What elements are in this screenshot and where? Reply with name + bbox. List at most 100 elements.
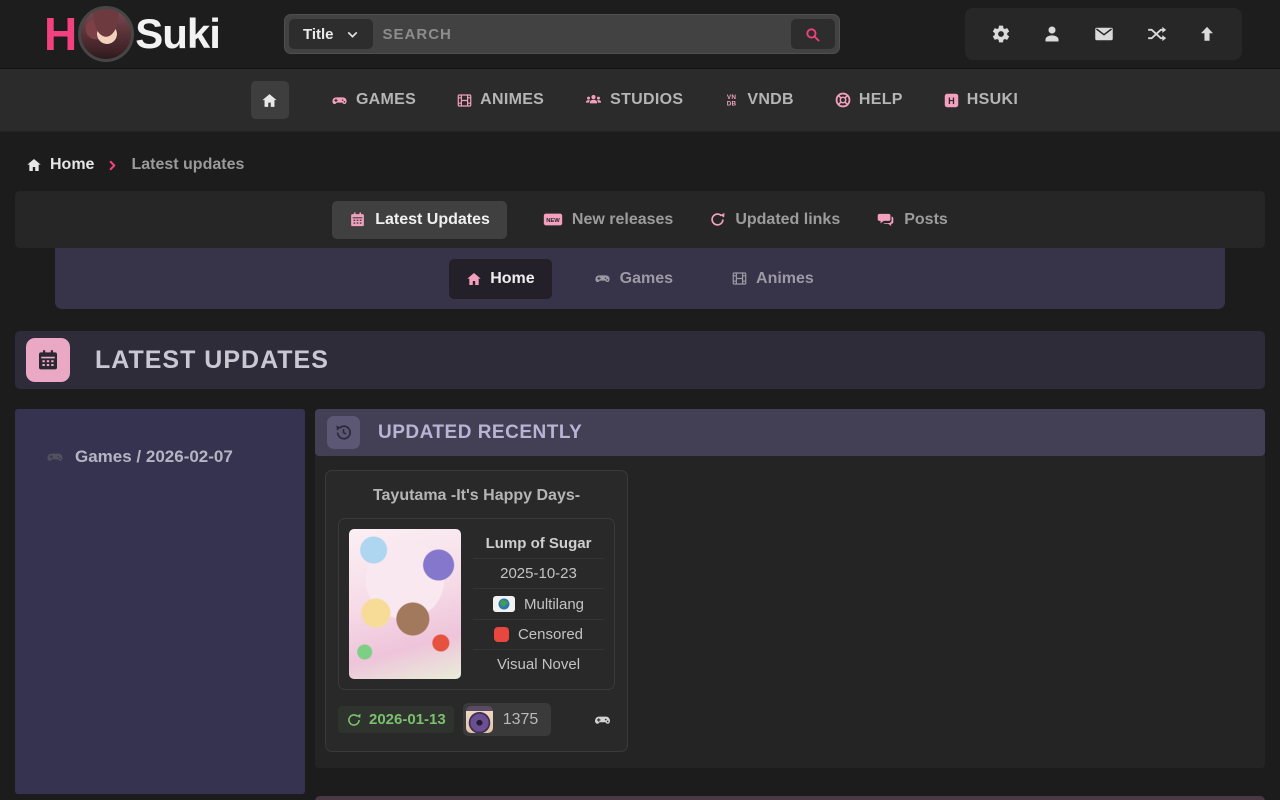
game-cover-image[interactable] [349, 529, 461, 679]
tab-label: Updated links [735, 211, 840, 229]
people-icon [584, 92, 603, 109]
site-logo[interactable]: H Suki [44, 6, 220, 62]
search-bar: Title [284, 14, 840, 54]
gamepad-icon [593, 270, 612, 287]
search-button[interactable] [791, 19, 835, 49]
h-square-icon: H [943, 92, 960, 109]
nav-item-animes[interactable]: ANIMES [445, 91, 555, 109]
sync-icon [346, 712, 362, 728]
svg-text:VN: VN [727, 94, 736, 101]
gamepad-icon[interactable] [592, 711, 613, 729]
settings-gear-icon[interactable] [991, 24, 1011, 44]
updates-tab-bar: Latest Updates NEW New releases Updated … [15, 191, 1265, 248]
nav-item-help[interactable]: HELP [823, 91, 914, 109]
svg-text:DB: DB [727, 101, 737, 108]
updated-recently-panel: UPDATED RECENTLY Tayutama -It's Happy Da… [315, 409, 1265, 768]
nav-item-hsuki[interactable]: H HSUKI [932, 91, 1029, 109]
calendar-icon [349, 211, 366, 228]
scroll-top-arrow-icon[interactable] [1198, 24, 1216, 44]
game-language: Multilang [524, 596, 584, 613]
views-count: 1375 [503, 711, 539, 729]
nav-label: GAMES [356, 91, 416, 109]
main-navigation: GAMES ANIMES STUDIOS VNDB VNDB HELP [0, 69, 1280, 132]
subtab-label: Games [620, 270, 673, 288]
chevron-right-icon [107, 160, 118, 171]
home-icon [26, 157, 42, 173]
breadcrumb-home-link[interactable]: Home [26, 156, 94, 174]
logo-letter-h: H [44, 11, 75, 57]
chevron-down-icon [346, 28, 359, 41]
section-header: UPDATED RECENTLY [315, 409, 1265, 456]
subtab-games[interactable]: Games [576, 259, 690, 299]
history-icon [327, 416, 360, 449]
tab-posts[interactable]: Posts [876, 211, 948, 229]
nav-label: HELP [859, 91, 903, 109]
home-icon [261, 92, 278, 109]
subtab-label: Home [490, 270, 534, 288]
vndb-icon: VNDB [723, 91, 740, 109]
tab-label: Latest Updates [375, 211, 490, 229]
views-badge: 1375 [463, 703, 552, 736]
scope-tab-bar: Home Games Animes [55, 248, 1225, 309]
nav-label: HSUKI [967, 91, 1018, 109]
subtab-home[interactable]: Home [449, 259, 551, 299]
search-icon [804, 26, 821, 43]
page: H Suki Title [0, 0, 1280, 800]
section-title: UPDATED RECENTLY [378, 422, 582, 444]
breadcrumb-current: Latest updates [131, 156, 244, 174]
tab-new-releases[interactable]: NEW New releases [543, 211, 673, 229]
nav-item-vndb[interactable]: VNDB VNDB [712, 91, 805, 109]
page-heading-bar: LATEST UPDATES [15, 331, 1265, 389]
updated-date: 2026-01-13 [369, 711, 446, 728]
svg-text:NEW: NEW [546, 218, 560, 224]
page-title: LATEST UPDATES [95, 346, 329, 375]
game-card: Tayutama -It's Happy Days- Lump of Sugar… [325, 470, 628, 752]
gamepad-icon [330, 92, 349, 109]
search-input[interactable] [377, 26, 787, 43]
nav-item-games[interactable]: GAMES [319, 91, 427, 109]
comments-icon [876, 211, 895, 228]
game-release-date: 2025-10-23 [473, 559, 604, 589]
film-icon [731, 270, 748, 287]
game-card-footer: 2026-01-13 1375 [326, 690, 627, 751]
breadcrumb: Home Latest updates [0, 132, 1280, 174]
search-category-value: Title [303, 26, 334, 43]
logo-avatar [78, 6, 134, 62]
header-icon-group [965, 8, 1242, 60]
nav-label: VNDB [747, 91, 794, 109]
nav-home-button[interactable] [251, 81, 289, 119]
user-icon[interactable] [1042, 24, 1062, 44]
game-censorship: Censored [518, 626, 583, 643]
eye-icon [466, 706, 493, 733]
subtab-animes[interactable]: Animes [714, 259, 831, 299]
search-category-select[interactable]: Title [289, 19, 373, 49]
sync-icon [709, 211, 726, 228]
nav-label: ANIMES [480, 91, 544, 109]
nav-label: STUDIOS [610, 91, 683, 109]
life-ring-icon [834, 91, 852, 109]
calendar-icon [26, 338, 70, 382]
sidebar: Games / 2026-02-07 [15, 409, 305, 794]
film-icon [456, 92, 473, 109]
game-language-row: Multilang [473, 589, 604, 619]
game-studio-link[interactable]: Lump of Sugar [473, 529, 604, 559]
gamepad-icon [45, 448, 65, 466]
globe-icon [493, 596, 515, 612]
tab-label: Posts [904, 211, 948, 229]
nav-item-studios[interactable]: STUDIOS [573, 91, 694, 109]
svg-text:H: H [948, 96, 955, 106]
tab-label: New releases [572, 211, 673, 229]
tab-latest-updates[interactable]: Latest Updates [332, 201, 507, 239]
tab-updated-links[interactable]: Updated links [709, 211, 840, 229]
content-area: Games / 2026-02-07 UPDATED RECENTLY Tayu… [15, 409, 1265, 794]
game-title-link[interactable]: Tayutama -It's Happy Days- [326, 471, 627, 518]
logo-text-suki: Suki [135, 13, 220, 55]
subtab-label: Animes [756, 270, 814, 288]
random-shuffle-icon[interactable] [1146, 24, 1167, 44]
sidebar-group-games-date[interactable]: Games / 2026-02-07 [45, 447, 305, 467]
game-category: Visual Novel [473, 650, 604, 679]
mail-envelope-icon[interactable] [1093, 24, 1115, 44]
new-badge-icon: NEW [543, 211, 563, 228]
censored-marker-icon [494, 627, 509, 642]
game-details-box: Lump of Sugar 2025-10-23 Multilang Cens [338, 518, 615, 690]
